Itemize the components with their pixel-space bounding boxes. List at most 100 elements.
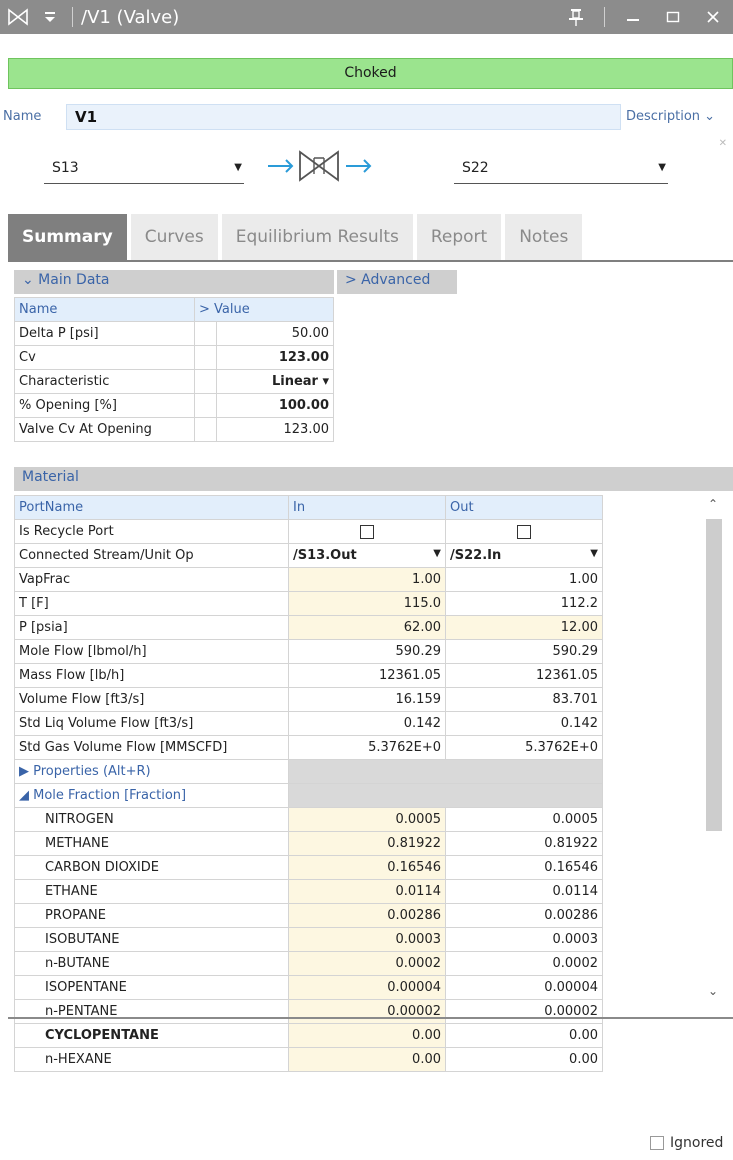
table-row: Mass Flow [lb/h] 12361.05 12361.05 (14, 663, 603, 688)
col-name-header: Name (14, 297, 195, 322)
component-in[interactable]: 0.00 (288, 1047, 446, 1072)
tab-equilibrium-results[interactable]: Equilibrium Results (221, 214, 413, 260)
title-separator-right (604, 7, 605, 27)
name-field[interactable]: V1 (66, 104, 621, 130)
chevron-down-icon: ▼ (590, 548, 598, 559)
valve-cv-at-opening-value: 123.00 (216, 417, 334, 442)
vertical-scrollbar[interactable]: ⌃ ⌄ (704, 495, 724, 1000)
connected-out-select[interactable]: /S22.In ▼ (445, 543, 603, 568)
table-row: PROPANE 0.00286 0.00286 (14, 903, 603, 928)
table-row: CARBON DIOXIDE 0.16546 0.16546 (14, 855, 603, 880)
ignored-label: Ignored (670, 1135, 724, 1151)
mole-fraction-group-label[interactable]: ◢ Mole Fraction [Fraction] (14, 783, 289, 808)
temperature-in[interactable]: 115.0 (288, 591, 446, 616)
component-in[interactable]: 0.0003 (288, 927, 446, 952)
component-out: 0.16546 (445, 855, 603, 880)
row-label: Std Liq Volume Flow [ft3/s] (14, 711, 289, 736)
advanced-header[interactable]: > Advanced (337, 270, 457, 294)
delta-p-value[interactable]: 50.00 (216, 321, 334, 346)
window-title: /V1 (Valve) (81, 6, 180, 28)
tab-bar: Summary Curves Equilibrium Results Repor… (8, 214, 586, 260)
group-fill (288, 759, 603, 784)
opening-value[interactable]: 100.00 (216, 393, 334, 418)
component-in[interactable]: 0.81922 (288, 831, 446, 856)
vapfrac-in[interactable]: 1.00 (288, 567, 446, 592)
component-in[interactable]: 0.16546 (288, 855, 446, 880)
component-in[interactable]: 0.0002 (288, 951, 446, 976)
menu-icon[interactable] (36, 0, 64, 34)
characteristic-select[interactable]: Linear ▾ (216, 369, 334, 394)
component-label: CYCLOPENTANE (14, 1023, 289, 1048)
minimize-icon[interactable] (613, 0, 653, 34)
scroll-up-icon[interactable]: ⌃ (708, 497, 718, 511)
clear-icon[interactable]: ✕ (719, 138, 727, 149)
description-toggle[interactable]: Description ⌄ (626, 109, 715, 124)
maximize-icon[interactable] (653, 0, 693, 34)
component-out: 0.00 (445, 1047, 603, 1072)
mass-flow-in: 12361.05 (288, 663, 446, 688)
std-liq-flow-in: 0.142 (288, 711, 446, 736)
scroll-down-icon[interactable]: ⌄ (708, 984, 718, 998)
component-in[interactable]: 0.00286 (288, 903, 446, 928)
mole-flow-out: 590.29 (445, 639, 603, 664)
title-bar: /V1 (Valve) (0, 0, 733, 34)
component-label: n-PENTANE (14, 999, 289, 1024)
table-row: Volume Flow [ft3/s] 16.159 83.701 (14, 687, 603, 712)
row-label: Mass Flow [lb/h] (14, 663, 289, 688)
table-row: NITROGEN 0.0005 0.0005 (14, 807, 603, 832)
volume-flow-in: 16.159 (288, 687, 446, 712)
material-header[interactable]: Material (14, 467, 733, 491)
component-label: PROPANE (14, 903, 289, 928)
mole-fraction-group-row[interactable]: ◢ Mole Fraction [Fraction] (14, 783, 603, 808)
pressure-in[interactable]: 62.00 (288, 615, 446, 640)
pressure-out[interactable]: 12.00 (445, 615, 603, 640)
volume-flow-out: 83.701 (445, 687, 603, 712)
connected-in-value: /S13.Out (293, 548, 357, 563)
cv-value[interactable]: 123.00 (216, 345, 334, 370)
valve-diagram-icon (264, 136, 374, 196)
table-row: P [psia] 62.00 12.00 (14, 615, 603, 640)
properties-group-label[interactable]: ▶ Properties (Alt+R) (14, 759, 289, 784)
recycle-in-checkbox[interactable] (360, 524, 374, 539)
tab-report[interactable]: Report (416, 214, 502, 260)
main-data-header[interactable]: ⌄ Main Data (14, 270, 334, 294)
temperature-out: 112.2 (445, 591, 603, 616)
component-in[interactable]: 0.00002 (288, 999, 446, 1024)
component-out: 0.00002 (445, 999, 603, 1024)
material-table: PortName In Out Is Recycle Port Connecte… (14, 495, 603, 1072)
table-row: CYCLOPENTANE 0.00 0.00 (14, 1023, 603, 1048)
spacer-cell (194, 393, 217, 418)
tab-summary[interactable]: Summary (8, 214, 127, 260)
tab-underline (8, 260, 733, 262)
ignored-toggle[interactable]: Ignored (650, 1135, 723, 1151)
component-in[interactable]: 0.00 (288, 1023, 446, 1048)
main-data-table: Name > Value Delta P [psi] 50.00 Cv 123.… (14, 297, 334, 442)
table-row: Valve Cv At Opening 123.00 (14, 417, 334, 442)
connected-in-select[interactable]: /S13.Out ▼ (288, 543, 446, 568)
ignored-checkbox[interactable] (650, 1136, 664, 1150)
table-row: Std Liq Volume Flow [ft3/s] 0.142 0.142 (14, 711, 603, 736)
table-row: n-PENTANE 0.00002 0.00002 (14, 999, 603, 1024)
tab-curves[interactable]: Curves (130, 214, 218, 260)
table-row: Mole Flow [lbmol/h] 590.29 590.29 (14, 639, 603, 664)
pin-icon[interactable] (556, 0, 596, 34)
row-label: Cv (14, 345, 195, 370)
component-in[interactable]: 0.00004 (288, 975, 446, 1000)
table-row: % Opening [%] 100.00 (14, 393, 334, 418)
inlet-stream-select[interactable]: S13 ▼ (44, 156, 244, 184)
col-value-header[interactable]: > Value (194, 297, 334, 322)
inlet-stream-value: S13 (52, 160, 79, 176)
table-row: ETHANE 0.0114 0.0114 (14, 879, 603, 904)
recycle-out-checkbox[interactable] (517, 524, 531, 539)
component-in[interactable]: 0.0114 (288, 879, 446, 904)
col-portname-header: PortName (14, 495, 289, 520)
mass-flow-out: 12361.05 (445, 663, 603, 688)
component-in[interactable]: 0.0005 (288, 807, 446, 832)
properties-group-row[interactable]: ▶ Properties (Alt+R) (14, 759, 603, 784)
component-out: 0.0005 (445, 807, 603, 832)
close-icon[interactable] (693, 0, 733, 34)
col-out-header: Out (445, 495, 603, 520)
outlet-stream-select[interactable]: S22 ▼ (454, 156, 668, 184)
tab-notes[interactable]: Notes (505, 214, 583, 260)
scroll-thumb[interactable] (706, 519, 722, 831)
